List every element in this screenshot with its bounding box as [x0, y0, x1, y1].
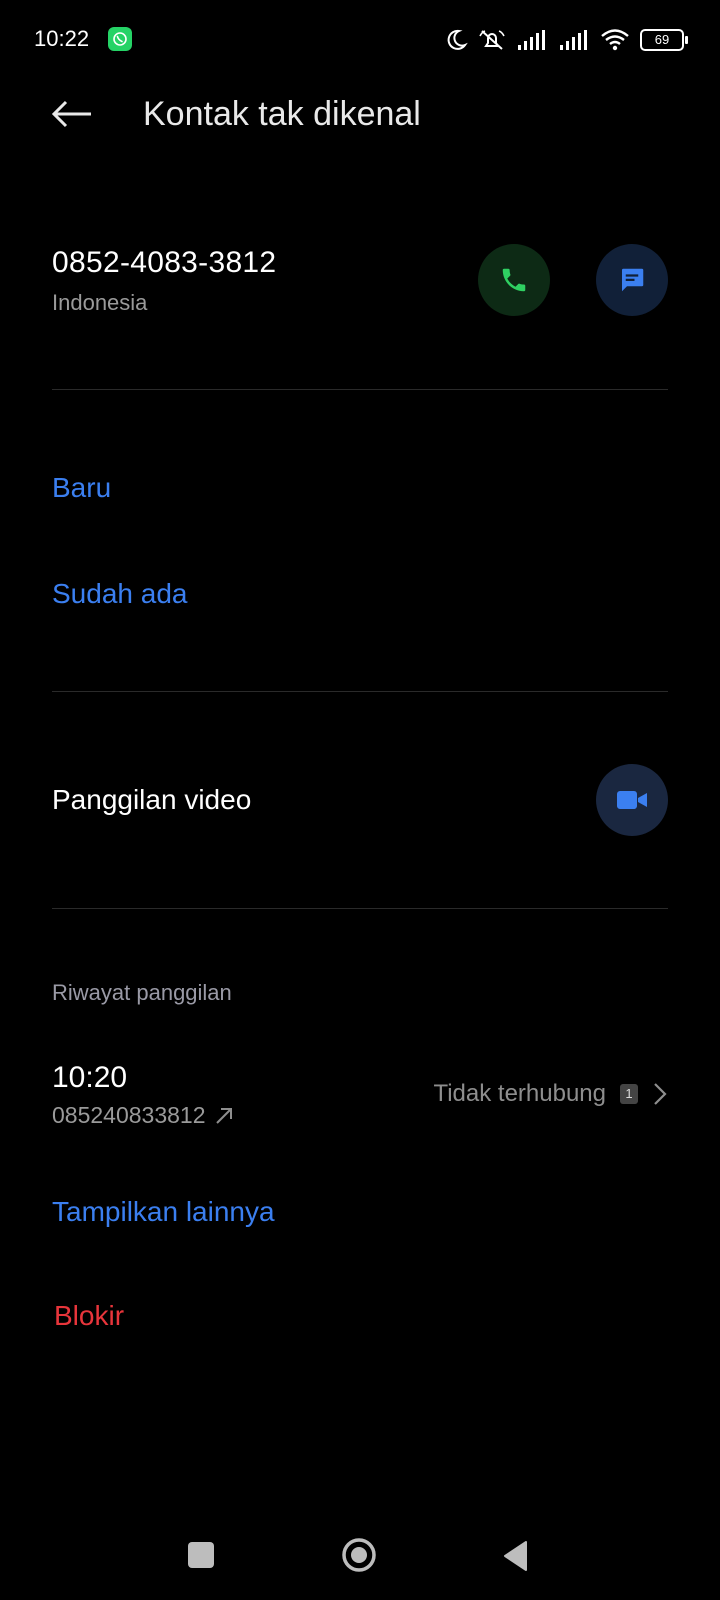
silent-icon — [479, 30, 505, 50]
page-title: Kontak tak dikenal — [143, 95, 421, 133]
block-button[interactable]: Blokir — [54, 1300, 124, 1332]
battery-level: 69 — [654, 32, 670, 47]
moon-icon — [447, 29, 468, 50]
video-call-button[interactable] — [596, 764, 668, 836]
divider — [52, 389, 668, 390]
phone-icon — [502, 268, 526, 292]
outgoing-arrow-icon — [215, 1107, 232, 1124]
new-contact-link[interactable]: Baru — [52, 472, 111, 504]
divider — [52, 691, 668, 692]
message-icon — [622, 268, 644, 292]
call-number-text: 085240833812 — [52, 1102, 206, 1128]
call-entry-details[interactable]: Tidak terhubung 1 — [433, 1080, 668, 1108]
call-count-badge: 1 — [620, 1084, 638, 1104]
call-button[interactable] — [478, 244, 550, 316]
home-circle-icon — [342, 1538, 376, 1572]
video-camera-icon — [617, 791, 647, 809]
divider — [52, 908, 668, 909]
triangle-back-icon — [504, 1541, 527, 1571]
whatsapp-icon — [108, 27, 132, 51]
status-icons: 69 — [444, 26, 688, 54]
show-more-link[interactable]: Tampilkan lainnya — [52, 1196, 275, 1228]
arrow-left-icon — [51, 100, 91, 128]
call-history-heading: Riwayat panggilan — [52, 980, 232, 1005]
call-status: Tidak terhubung — [433, 1080, 606, 1107]
call-number: 085240833812 — [52, 1102, 234, 1129]
recents-button[interactable] — [188, 1542, 214, 1568]
home-button[interactable] — [341, 1537, 377, 1573]
existing-contact-link[interactable]: Sudah ada — [52, 578, 187, 610]
back-button[interactable] — [48, 92, 96, 136]
signal-icon — [518, 30, 545, 50]
battery-icon: 69 — [640, 29, 688, 51]
contact-country: Indonesia — [52, 290, 148, 315]
message-button[interactable] — [596, 244, 668, 316]
wifi-icon — [601, 29, 629, 51]
call-time: 10:20 — [52, 1061, 128, 1094]
nav-back-button[interactable] — [502, 1540, 528, 1572]
signal-icon — [560, 30, 587, 50]
contact-number: 0852-4083-3812 — [52, 246, 277, 279]
video-call-label: Panggilan video — [52, 784, 252, 815]
chevron-right-icon — [654, 1083, 667, 1105]
status-time: 10:22 — [34, 26, 90, 51]
